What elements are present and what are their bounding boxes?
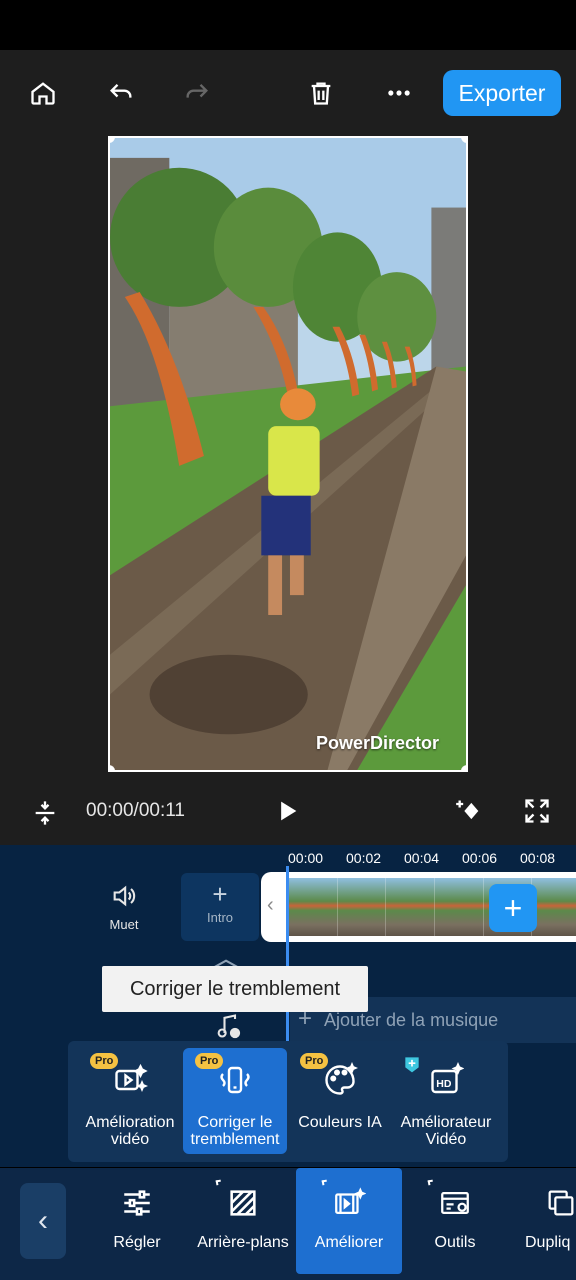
nav-duplicate[interactable]: Dupliq	[508, 1168, 576, 1274]
music-note-icon[interactable]	[210, 1008, 246, 1044]
corner-mark	[427, 1179, 434, 1186]
redo-icon[interactable]	[176, 72, 218, 114]
plus-icon: +	[212, 879, 228, 909]
hd-enhance-icon: HD	[431, 1062, 464, 1094]
nav-tools[interactable]: Outils	[402, 1168, 508, 1274]
film-sparkle-icon	[335, 1187, 366, 1215]
feature-label: Corriger le tremblement	[190, 1114, 280, 1148]
fullscreen-icon[interactable]	[516, 790, 558, 832]
watermark: PowerDirector	[316, 733, 440, 753]
new-badge-icon	[405, 1057, 419, 1073]
feature-label: Amélioration vidéo	[85, 1114, 175, 1148]
clip-thumbnail	[386, 878, 436, 936]
tools-icon	[441, 1191, 469, 1215]
nav-label: Améliorer	[314, 1234, 384, 1251]
feature-stabilize[interactable]: Pro Corriger le tremblement	[183, 1048, 287, 1154]
nav-backgrounds[interactable]: Arrière-plans	[190, 1168, 296, 1274]
corner-mark	[215, 1179, 222, 1186]
clip-thumbnail	[532, 878, 576, 936]
video-preview[interactable]	[108, 136, 468, 772]
video-sparkle-icon	[115, 1063, 148, 1093]
duplicate-icon	[548, 1190, 574, 1216]
playhead[interactable]	[286, 866, 289, 1041]
sliders-icon	[124, 1190, 150, 1216]
corner-mark	[321, 1179, 328, 1186]
svg-text:HD: HD	[436, 1078, 452, 1090]
feature-label: Couleurs IA	[298, 1114, 382, 1131]
feature-ai-colors[interactable]: Pro Couleurs IA	[288, 1048, 392, 1154]
export-button[interactable]: Exporter	[443, 70, 561, 116]
mute-button[interactable]: Muet	[100, 882, 148, 932]
nav-label: Dupliq	[525, 1234, 571, 1251]
intro-button[interactable]: + Intro	[181, 873, 259, 941]
ruler-label: 00:08	[520, 850, 556, 866]
crop-handle-bottom-right[interactable]	[461, 765, 466, 770]
add-music-label: Ajouter de la musique	[324, 1010, 499, 1030]
home-icon[interactable]	[22, 72, 64, 114]
more-icon[interactable]	[378, 72, 420, 114]
palette-icon	[325, 1062, 358, 1095]
back-button[interactable]: ‹	[20, 1183, 66, 1259]
intro-label: Intro	[206, 910, 233, 925]
ruler-label: 00:02	[346, 850, 382, 866]
keyframe-add-icon[interactable]	[448, 790, 490, 832]
play-icon[interactable]	[266, 790, 308, 832]
nav-label: Arrière-plans	[197, 1234, 289, 1251]
clip-thumbnail	[337, 878, 387, 936]
feature-video-enhancement[interactable]: Pro Amélioration vidéo	[78, 1048, 182, 1154]
undo-icon[interactable]	[100, 72, 142, 114]
add-clip-button[interactable]: +	[489, 884, 537, 932]
stabilize-icon	[220, 1066, 250, 1094]
status-bar	[0, 0, 576, 50]
ruler-label: 00:00	[288, 850, 324, 866]
preview-frame-image	[110, 138, 466, 770]
nav-enhance[interactable]: Améliorer	[296, 1168, 402, 1274]
tooltip: Corriger le tremblement	[102, 966, 368, 1012]
ruler-label: 00:04	[404, 850, 440, 866]
ruler-label: 00:06	[462, 850, 498, 866]
time-readout: 00:00/00:11	[86, 800, 185, 821]
speaker-icon	[113, 885, 136, 907]
split-screen-icon[interactable]	[24, 792, 66, 834]
delete-icon[interactable]	[300, 72, 342, 114]
hatched-square-icon	[230, 1190, 256, 1216]
mute-label: Muet	[109, 917, 139, 932]
trim-handle-icon[interactable]: ‹	[267, 894, 274, 917]
feature-label: Améliorateur Vidéo	[400, 1114, 492, 1148]
nav-label: Outils	[434, 1234, 476, 1251]
feature-video-enhancer-hd[interactable]: HD Améliorateur Vidéo	[394, 1048, 498, 1154]
clip-thumbnail	[435, 878, 484, 936]
nav-adjust[interactable]: Régler	[84, 1168, 190, 1274]
clip-thumbnail	[289, 878, 338, 936]
nav-label: Régler	[113, 1234, 161, 1251]
